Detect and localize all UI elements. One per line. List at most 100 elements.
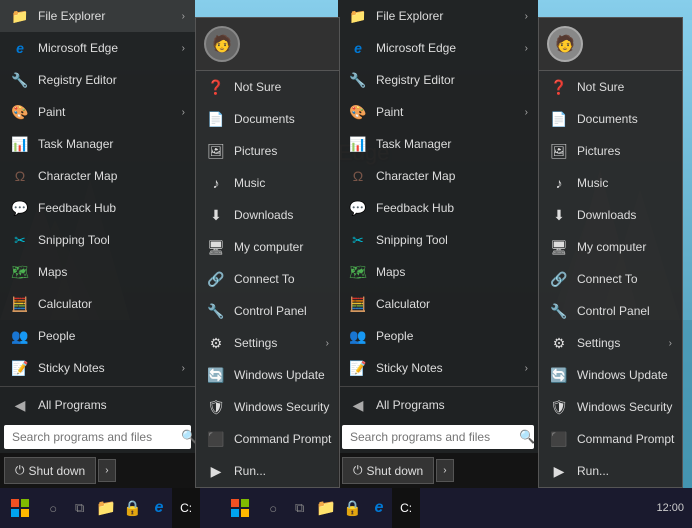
music-icon: ♪ bbox=[206, 173, 226, 193]
connect-label: Connect To bbox=[234, 272, 329, 286]
submenu-item-not-sure[interactable]: ❓ Not Sure bbox=[196, 71, 339, 103]
start-button-2[interactable] bbox=[220, 488, 260, 528]
submenu-item-windows-security-2[interactable]: 🛡 Windows Security bbox=[539, 391, 682, 423]
submenu-item-settings[interactable]: ⚙ Settings › bbox=[196, 327, 339, 359]
submenu-item-command-prompt-2[interactable]: ⬛ Command Prompt bbox=[539, 423, 682, 455]
menu-item-file-explorer[interactable]: 📁 File Explorer › bbox=[0, 0, 195, 32]
documents-label-2: Documents bbox=[577, 112, 672, 126]
taskbar-explorer-1[interactable]: 📁 bbox=[93, 488, 119, 528]
connect-icon-2: 🔗 bbox=[549, 269, 569, 289]
sticky-arrow-2: › bbox=[525, 363, 528, 374]
registry-icon: 🔧 bbox=[10, 70, 30, 90]
menu-item-charmap[interactable]: Ω Character Map bbox=[0, 160, 195, 192]
menu-item-paint-2[interactable]: 🎨 Paint › bbox=[338, 96, 538, 128]
shutdown-button-2[interactable]: ⏻ Shut down bbox=[342, 457, 434, 484]
submenu-item-windows-security[interactable]: 🛡 Windows Security bbox=[196, 391, 339, 423]
run-label: Run... bbox=[234, 464, 329, 478]
windows-security-label: Windows Security bbox=[234, 400, 329, 414]
menu-item-paint[interactable]: 🎨 Paint › bbox=[0, 96, 195, 128]
submenu-item-music-2[interactable]: ♪ Music bbox=[539, 167, 682, 199]
menu-item-feedback-2[interactable]: 💬 Feedback Hub bbox=[338, 192, 538, 224]
submenu-item-my-computer[interactable]: 🖥 My computer bbox=[196, 231, 339, 263]
edge-icon: e bbox=[10, 38, 30, 58]
submenu-item-control-panel-2[interactable]: 🔧 Control Panel bbox=[539, 295, 682, 327]
taskbar-task-view-2[interactable]: ⧉ bbox=[286, 488, 312, 528]
documents-icon-2: 📄 bbox=[549, 109, 569, 129]
taskbar-task-view-1[interactable]: ⧉ bbox=[66, 488, 92, 528]
menu-item-all-programs-2[interactable]: ◀ All Programs bbox=[338, 389, 538, 421]
menu-item-all-programs[interactable]: ◀ All Programs bbox=[0, 389, 195, 421]
menu-item-people[interactable]: 👥 People bbox=[0, 320, 195, 352]
submenu-item-settings-2[interactable]: ⚙ Settings › bbox=[539, 327, 682, 359]
my-computer-icon-2: 🖥 bbox=[549, 237, 569, 257]
menu-item-feedback[interactable]: 💬 Feedback Hub bbox=[0, 192, 195, 224]
menu-item-registry-2[interactable]: 🔧 Registry Editor bbox=[338, 64, 538, 96]
run-icon-2: ▶ bbox=[549, 461, 569, 481]
sticky-label: Sticky Notes bbox=[38, 361, 174, 375]
taskbar-search-1[interactable]: ○ bbox=[40, 488, 66, 528]
snipping-label-2: Snipping Tool bbox=[376, 233, 528, 247]
calc-icon: 🧮 bbox=[10, 294, 30, 314]
submenu-item-run[interactable]: ▶ Run... bbox=[196, 455, 339, 487]
submenu-item-documents[interactable]: 📄 Documents bbox=[196, 103, 339, 135]
menu-item-file-explorer-2[interactable]: 📁 File Explorer › bbox=[338, 0, 538, 32]
menu-item-task-manager-2[interactable]: 📊 Task Manager bbox=[338, 128, 538, 160]
taskbar-security-2[interactable]: 🔒 bbox=[339, 488, 365, 528]
taskbar-explorer-2[interactable]: 📁 bbox=[313, 488, 339, 528]
search-input-1[interactable] bbox=[4, 425, 175, 449]
menu-item-snipping[interactable]: ✂ Snipping Tool bbox=[0, 224, 195, 256]
menu-item-maps-2[interactable]: 🗺 Maps bbox=[338, 256, 538, 288]
submenu-item-pictures-2[interactable]: 🖼 Pictures bbox=[539, 135, 682, 167]
submenu-item-windows-update-2[interactable]: 🔄 Windows Update bbox=[539, 359, 682, 391]
menu-item-task-manager[interactable]: 📊 Task Manager bbox=[0, 128, 195, 160]
shutdown-arrow-2[interactable]: › bbox=[436, 459, 453, 482]
submenu-item-pictures[interactable]: 🖼 Pictures bbox=[196, 135, 339, 167]
taskbar: ○ ⧉ 📁 🔒 e C: ○ ⧉ 📁 🔒 e C: 12:00 bbox=[0, 488, 692, 528]
submenu-item-downloads-2[interactable]: ⬇ Downloads bbox=[539, 199, 682, 231]
taskbar-cmd-2[interactable]: C: bbox=[392, 488, 420, 528]
submenu-item-command-prompt[interactable]: ⬛ Command Prompt bbox=[196, 423, 339, 455]
paint-arrow: › bbox=[182, 107, 185, 118]
submenu-item-music[interactable]: ♪ Music bbox=[196, 167, 339, 199]
taskbar-edge-1[interactable]: e bbox=[146, 488, 172, 528]
pictures-label: Pictures bbox=[234, 144, 329, 158]
menu-item-maps[interactable]: 🗺 Maps bbox=[0, 256, 195, 288]
taskbar-cmd-1[interactable]: C: bbox=[172, 488, 200, 528]
taskbar-security-1[interactable]: 🔒 bbox=[119, 488, 145, 528]
submenu-item-run-2[interactable]: ▶ Run... bbox=[539, 455, 682, 487]
menu-item-people-2[interactable]: 👥 People bbox=[338, 320, 538, 352]
music-label-2: Music bbox=[577, 176, 672, 190]
shutdown-arrow-1[interactable]: › bbox=[98, 459, 115, 482]
search-input-2[interactable] bbox=[342, 425, 513, 449]
menu-item-registry[interactable]: 🔧 Registry Editor bbox=[0, 64, 195, 96]
submenu-item-windows-update[interactable]: 🔄 Windows Update bbox=[196, 359, 339, 391]
menu-item-sticky[interactable]: 📝 Sticky Notes › bbox=[0, 352, 195, 384]
menu-item-calc-2[interactable]: 🧮 Calculator bbox=[338, 288, 538, 320]
menu-item-edge-2[interactable]: e Microsoft Edge › bbox=[338, 32, 538, 64]
submenu-item-my-computer-2[interactable]: 🖥 My computer bbox=[539, 231, 682, 263]
menu-item-charmap-2[interactable]: Ω Character Map bbox=[338, 160, 538, 192]
maps-label: Maps bbox=[38, 265, 185, 279]
edge-arrow-2: › bbox=[525, 43, 528, 54]
run-icon: ▶ bbox=[206, 461, 226, 481]
menu-item-edge[interactable]: e Microsoft Edge › bbox=[0, 32, 195, 64]
submenu-item-connect-to-2[interactable]: 🔗 Connect To bbox=[539, 263, 682, 295]
settings-label: Settings bbox=[234, 336, 318, 350]
shutdown-button-1[interactable]: ⏻ Shut down bbox=[4, 457, 96, 484]
avatar-1: 🧑 bbox=[204, 26, 240, 62]
submenu-item-not-sure-2[interactable]: ❓ Not Sure bbox=[539, 71, 682, 103]
start-button-1[interactable] bbox=[0, 488, 40, 528]
submenu-item-documents-2[interactable]: 📄 Documents bbox=[539, 103, 682, 135]
settings-icon: ⚙ bbox=[206, 333, 226, 353]
task-manager-label: Task Manager bbox=[38, 137, 185, 151]
avatar-2: 🧑 bbox=[547, 26, 583, 62]
taskbar-edge-2[interactable]: e bbox=[366, 488, 392, 528]
submenu-item-downloads[interactable]: ⬇ Downloads bbox=[196, 199, 339, 231]
menu-item-sticky-2[interactable]: 📝 Sticky Notes › bbox=[338, 352, 538, 384]
submenu-item-control-panel[interactable]: 🔧 Control Panel bbox=[196, 295, 339, 327]
menu-item-snipping-2[interactable]: ✂ Snipping Tool bbox=[338, 224, 538, 256]
submenu-item-connect-to[interactable]: 🔗 Connect To bbox=[196, 263, 339, 295]
menu-items-1: ✉ Mail 🖼 Photos › 📁 File Explorer › e Mi… bbox=[0, 0, 195, 421]
taskbar-search-2[interactable]: ○ bbox=[260, 488, 286, 528]
menu-item-calc[interactable]: 🧮 Calculator bbox=[0, 288, 195, 320]
